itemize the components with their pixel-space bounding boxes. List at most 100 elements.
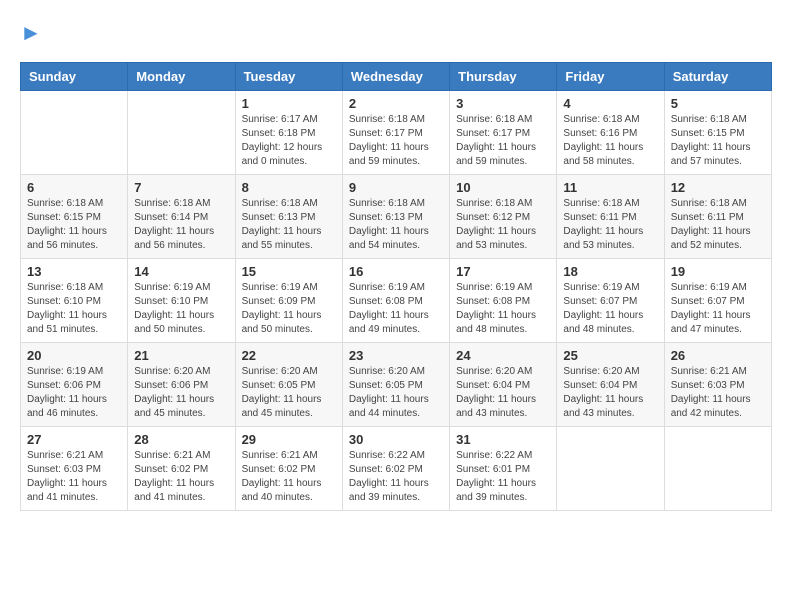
- calendar-cell: [664, 427, 771, 511]
- calendar-cell: 3 Sunrise: 6:18 AM Sunset: 6:17 PM Daylig…: [450, 91, 557, 175]
- weekday-header-wednesday: Wednesday: [342, 63, 449, 91]
- day-detail: Sunrise: 6:20 AM Sunset: 6:05 PM Dayligh…: [242, 365, 336, 421]
- day-detail: Sunrise: 6:19 AM Sunset: 6:08 PM Dayligh…: [349, 281, 443, 337]
- calendar-cell: 27 Sunrise: 6:21 AM Sunset: 6:03 PM Dayli…: [21, 427, 128, 511]
- day-detail: Sunrise: 6:18 AM Sunset: 6:13 PM Dayligh…: [349, 197, 443, 253]
- weekday-header-monday: Monday: [128, 63, 235, 91]
- day-number: 31: [456, 432, 550, 447]
- calendar-cell: 31 Sunrise: 6:22 AM Sunset: 6:01 PM Dayli…: [450, 427, 557, 511]
- day-detail: Sunrise: 6:18 AM Sunset: 6:15 PM Dayligh…: [27, 197, 121, 253]
- day-number: 2: [349, 96, 443, 111]
- day-detail: Sunrise: 6:19 AM Sunset: 6:07 PM Dayligh…: [563, 281, 657, 337]
- day-detail: Sunrise: 6:20 AM Sunset: 6:04 PM Dayligh…: [563, 365, 657, 421]
- day-detail: Sunrise: 6:18 AM Sunset: 6:17 PM Dayligh…: [456, 113, 550, 169]
- calendar-cell: 24Sunrise: 6:20 AM Sunset: 6:04 PM Dayli…: [450, 343, 557, 427]
- calendar-week-4: 20 Sunrise: 6:19 AM Sunset: 6:06 PM Dayli…: [21, 343, 772, 427]
- calendar-cell: 13 Sunrise: 6:18 AM Sunset: 6:10 PM Dayli…: [21, 259, 128, 343]
- calendar-week-2: 6 Sunrise: 6:18 AM Sunset: 6:15 PM Daylig…: [21, 175, 772, 259]
- day-number: 21: [134, 348, 228, 363]
- day-number: 15: [242, 264, 336, 279]
- calendar-cell: 12Sunrise: 6:18 AM Sunset: 6:11 PM Dayli…: [664, 175, 771, 259]
- day-number: 6: [27, 180, 121, 195]
- calendar-table: SundayMondayTuesdayWednesdayThursdayFrid…: [20, 62, 772, 511]
- day-number: 5: [671, 96, 765, 111]
- calendar-cell: 9 Sunrise: 6:18 AM Sunset: 6:13 PM Daylig…: [342, 175, 449, 259]
- day-number: 16: [349, 264, 443, 279]
- day-number: 26: [671, 348, 765, 363]
- day-detail: Sunrise: 6:20 AM Sunset: 6:06 PM Dayligh…: [134, 365, 228, 421]
- calendar-week-1: 1 Sunrise: 6:17 AM Sunset: 6:18 PM Daylig…: [21, 91, 772, 175]
- day-number: 9: [349, 180, 443, 195]
- day-detail: Sunrise: 6:19 AM Sunset: 6:06 PM Dayligh…: [27, 365, 121, 421]
- calendar-cell: 18 Sunrise: 6:19 AM Sunset: 6:07 PM Dayli…: [557, 259, 664, 343]
- day-detail: Sunrise: 6:19 AM Sunset: 6:07 PM Dayligh…: [671, 281, 765, 337]
- weekday-header-thursday: Thursday: [450, 63, 557, 91]
- day-number: 19: [671, 264, 765, 279]
- day-number: 23: [349, 348, 443, 363]
- calendar-cell: 21 Sunrise: 6:20 AM Sunset: 6:06 PM Dayli…: [128, 343, 235, 427]
- calendar-cell: 15 Sunrise: 6:19 AM Sunset: 6:09 PM Dayli…: [235, 259, 342, 343]
- calendar-week-3: 13 Sunrise: 6:18 AM Sunset: 6:10 PM Dayli…: [21, 259, 772, 343]
- day-number: 20: [27, 348, 121, 363]
- day-number: 28: [134, 432, 228, 447]
- calendar-cell: 2Sunrise: 6:18 AM Sunset: 6:17 PM Daylig…: [342, 91, 449, 175]
- day-number: 12: [671, 180, 765, 195]
- calendar-cell: [21, 91, 128, 175]
- calendar-cell: [128, 91, 235, 175]
- calendar-cell: 14 Sunrise: 6:19 AM Sunset: 6:10 PM Dayli…: [128, 259, 235, 343]
- calendar-cell: 17 Sunrise: 6:19 AM Sunset: 6:08 PM Dayli…: [450, 259, 557, 343]
- day-detail: Sunrise: 6:18 AM Sunset: 6:16 PM Dayligh…: [563, 113, 657, 169]
- weekday-header-friday: Friday: [557, 63, 664, 91]
- day-number: 3: [456, 96, 550, 111]
- day-number: 7: [134, 180, 228, 195]
- day-number: 29: [242, 432, 336, 447]
- calendar-cell: 6 Sunrise: 6:18 AM Sunset: 6:15 PM Daylig…: [21, 175, 128, 259]
- calendar-cell: 19 Sunrise: 6:19 AM Sunset: 6:07 PM Dayli…: [664, 259, 771, 343]
- day-number: 22: [242, 348, 336, 363]
- calendar-cell: 1 Sunrise: 6:17 AM Sunset: 6:18 PM Daylig…: [235, 91, 342, 175]
- calendar-cell: 25 Sunrise: 6:20 AM Sunset: 6:04 PM Dayli…: [557, 343, 664, 427]
- calendar-cell: 11 Sunrise: 6:18 AM Sunset: 6:11 PM Dayli…: [557, 175, 664, 259]
- day-detail: Sunrise: 6:19 AM Sunset: 6:08 PM Dayligh…: [456, 281, 550, 337]
- day-detail: Sunrise: 6:17 AM Sunset: 6:18 PM Dayligh…: [242, 113, 336, 169]
- day-detail: Sunrise: 6:21 AM Sunset: 6:03 PM Dayligh…: [671, 365, 765, 421]
- day-number: 27: [27, 432, 121, 447]
- calendar-cell: 29 Sunrise: 6:21 AM Sunset: 6:02 PM Dayli…: [235, 427, 342, 511]
- day-number: 17: [456, 264, 550, 279]
- day-detail: Sunrise: 6:21 AM Sunset: 6:03 PM Dayligh…: [27, 449, 121, 505]
- weekday-header-tuesday: Tuesday: [235, 63, 342, 91]
- calendar-cell: 16 Sunrise: 6:19 AM Sunset: 6:08 PM Dayli…: [342, 259, 449, 343]
- day-number: 11: [563, 180, 657, 195]
- weekday-header-saturday: Saturday: [664, 63, 771, 91]
- calendar-cell: [557, 427, 664, 511]
- day-detail: Sunrise: 6:22 AM Sunset: 6:02 PM Dayligh…: [349, 449, 443, 505]
- day-detail: Sunrise: 6:20 AM Sunset: 6:04 PM Dayligh…: [456, 365, 550, 421]
- day-number: 10: [456, 180, 550, 195]
- calendar-cell: 5Sunrise: 6:18 AM Sunset: 6:15 PM Daylig…: [664, 91, 771, 175]
- logo: ►: [20, 20, 42, 46]
- day-detail: Sunrise: 6:18 AM Sunset: 6:10 PM Dayligh…: [27, 281, 121, 337]
- day-detail: Sunrise: 6:19 AM Sunset: 6:09 PM Dayligh…: [242, 281, 336, 337]
- day-number: 14: [134, 264, 228, 279]
- calendar-cell: 20 Sunrise: 6:19 AM Sunset: 6:06 PM Dayli…: [21, 343, 128, 427]
- day-detail: Sunrise: 6:18 AM Sunset: 6:14 PM Dayligh…: [134, 197, 228, 253]
- day-detail: Sunrise: 6:20 AM Sunset: 6:05 PM Dayligh…: [349, 365, 443, 421]
- weekday-header-sunday: Sunday: [21, 63, 128, 91]
- calendar-week-5: 27 Sunrise: 6:21 AM Sunset: 6:03 PM Dayli…: [21, 427, 772, 511]
- day-number: 13: [27, 264, 121, 279]
- day-number: 30: [349, 432, 443, 447]
- day-detail: Sunrise: 6:21 AM Sunset: 6:02 PM Dayligh…: [134, 449, 228, 505]
- day-number: 25: [563, 348, 657, 363]
- day-number: 1: [242, 96, 336, 111]
- calendar-cell: 26 Sunrise: 6:21 AM Sunset: 6:03 PM Dayli…: [664, 343, 771, 427]
- calendar-cell: 7 Sunrise: 6:18 AM Sunset: 6:14 PM Daylig…: [128, 175, 235, 259]
- calendar-cell: 28 Sunrise: 6:21 AM Sunset: 6:02 PM Dayli…: [128, 427, 235, 511]
- calendar-cell: 23 Sunrise: 6:20 AM Sunset: 6:05 PM Dayli…: [342, 343, 449, 427]
- day-number: 18: [563, 264, 657, 279]
- day-detail: Sunrise: 6:22 AM Sunset: 6:01 PM Dayligh…: [456, 449, 550, 505]
- day-detail: Sunrise: 6:19 AM Sunset: 6:10 PM Dayligh…: [134, 281, 228, 337]
- day-detail: Sunrise: 6:21 AM Sunset: 6:02 PM Dayligh…: [242, 449, 336, 505]
- day-number: 4: [563, 96, 657, 111]
- day-detail: Sunrise: 6:18 AM Sunset: 6:11 PM Dayligh…: [563, 197, 657, 253]
- calendar-cell: 4 Sunrise: 6:18 AM Sunset: 6:16 PM Daylig…: [557, 91, 664, 175]
